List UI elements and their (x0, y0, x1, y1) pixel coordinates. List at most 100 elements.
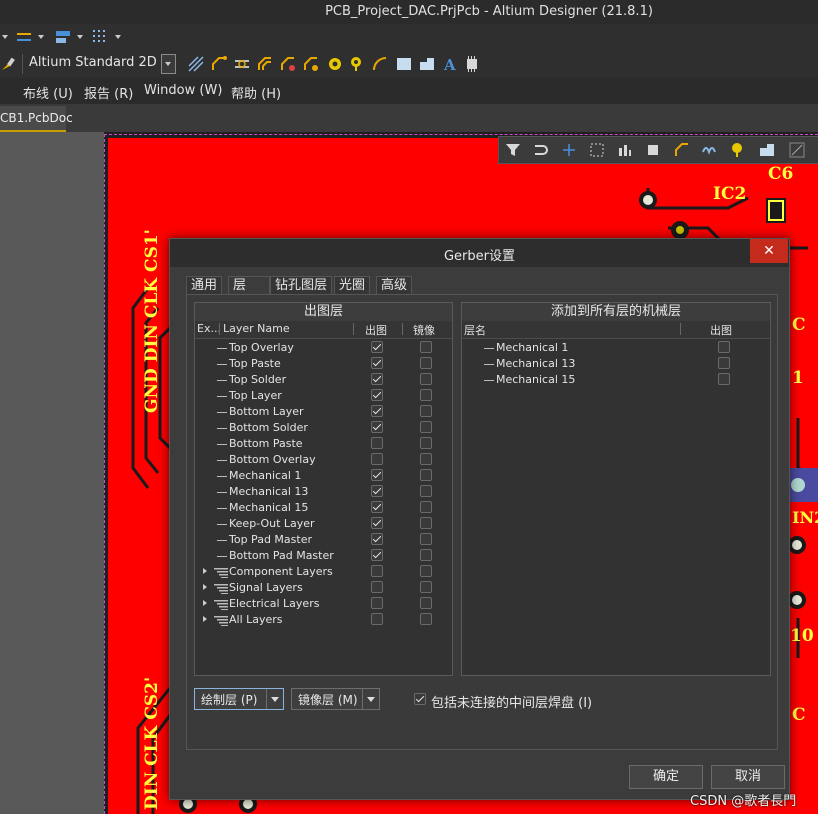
plot-layers-button[interactable]: 绘制层 (P) (194, 688, 284, 710)
plot-checkbox[interactable] (371, 597, 383, 609)
plot-checkbox[interactable] (371, 485, 383, 497)
via-icon[interactable] (327, 56, 343, 72)
layer-row[interactable]: Mechanical 1 (195, 468, 452, 484)
plot-checkbox[interactable] (371, 469, 383, 481)
align-icon[interactable] (55, 29, 71, 45)
column-layer-name[interactable]: 层名 (464, 322, 486, 338)
connect-icon[interactable] (533, 142, 549, 158)
plot-checkbox[interactable] (371, 421, 383, 433)
pad-icon[interactable] (730, 142, 746, 158)
component-icon[interactable] (464, 56, 480, 72)
tab-advanced[interactable]: 高级 (376, 276, 413, 295)
text-icon[interactable]: A (442, 56, 458, 72)
mirror-checkbox[interactable] (420, 437, 432, 449)
mirror-checkbox[interactable] (420, 597, 432, 609)
layer-row[interactable]: Mechanical 15 (195, 500, 452, 516)
menu-item-route[interactable]: 布线 (U) (23, 83, 73, 102)
column-mirror[interactable]: 镜像 (413, 322, 435, 338)
plot-checkbox[interactable] (371, 613, 383, 625)
interactive-route-icon[interactable] (303, 56, 319, 72)
tune-icon[interactable] (702, 142, 718, 158)
layer-row[interactable]: Bottom Overlay (195, 452, 452, 468)
route-icon[interactable] (16, 29, 32, 45)
hatch-icon[interactable] (188, 56, 204, 72)
plot-checkbox[interactable] (371, 405, 383, 417)
chevron-down-icon[interactable] (2, 35, 8, 39)
plot-checkbox[interactable] (371, 373, 383, 385)
tab-general[interactable]: 通用 (186, 276, 223, 295)
layer-row[interactable]: Top Layer (195, 388, 452, 404)
menu-item-help[interactable]: 帮助 (H) (231, 83, 281, 102)
ok-button[interactable]: 确定 (629, 765, 703, 789)
close-button[interactable]: ✕ (750, 239, 788, 263)
expand-icon[interactable] (203, 584, 207, 590)
plot-checkbox[interactable] (371, 357, 383, 369)
diff-pair-icon[interactable] (234, 56, 250, 72)
mirror-checkbox[interactable] (420, 565, 432, 577)
column-plot[interactable]: 出图 (710, 322, 732, 338)
layer-row[interactable]: Bottom Solder (195, 420, 452, 436)
mirror-checkbox[interactable] (420, 453, 432, 465)
plot-checkbox[interactable] (371, 565, 383, 577)
document-tab[interactable]: CB1.PcbDoc (0, 106, 73, 132)
route-track-icon[interactable] (674, 142, 690, 158)
chevron-down-icon[interactable] (115, 35, 121, 39)
line-icon[interactable] (789, 142, 805, 158)
layer-row[interactable]: Signal Layers (195, 580, 452, 596)
layer-row[interactable]: Component Layers (195, 564, 452, 580)
plot-checkbox[interactable] (371, 453, 383, 465)
mirror-checkbox[interactable] (420, 549, 432, 561)
layer-row[interactable]: Bottom Paste (195, 436, 452, 452)
mirror-checkbox[interactable] (420, 405, 432, 417)
layer-row[interactable]: Keep-Out Layer (195, 516, 452, 532)
layer-row[interactable]: Top Overlay (195, 340, 452, 356)
filter-icon[interactable] (505, 142, 521, 158)
layer-row[interactable]: Top Paste (195, 356, 452, 372)
arc-icon[interactable] (372, 56, 388, 72)
layer-row[interactable]: Top Solder (195, 372, 452, 388)
tab-layers[interactable]: 层 (228, 276, 270, 295)
dialog-title-bar[interactable]: Gerber设置 ✕ (170, 239, 789, 267)
plot-checkbox[interactable] (718, 357, 730, 369)
column-expand[interactable]: Ex... (197, 322, 221, 335)
multi-route-icon[interactable] (257, 56, 273, 72)
chevron-down-icon[interactable] (77, 35, 83, 39)
mirror-checkbox[interactable] (420, 613, 432, 625)
mirror-checkbox[interactable] (420, 341, 432, 353)
mirror-checkbox[interactable] (420, 581, 432, 593)
expand-icon[interactable] (203, 568, 207, 574)
column-plot[interactable]: 出图 (365, 322, 387, 338)
mirror-checkbox[interactable] (420, 357, 432, 369)
auto-route-icon[interactable] (280, 56, 296, 72)
mirror-checkbox[interactable] (420, 373, 432, 385)
layer-row[interactable]: Bottom Layer (195, 404, 452, 420)
mirror-layers-button[interactable]: 镜像层 (M) (291, 688, 380, 710)
view-mode-dropdown[interactable] (161, 54, 176, 74)
chevron-down-icon[interactable] (266, 689, 283, 709)
fill-icon[interactable] (396, 56, 412, 72)
component-icon[interactable] (645, 142, 661, 158)
select-icon[interactable] (589, 142, 605, 158)
mechanical-layer-row[interactable]: Mechanical 15 (462, 372, 770, 388)
plot-checkbox[interactable] (371, 389, 383, 401)
include-unconnected-checkbox[interactable] (414, 693, 426, 705)
mirror-checkbox[interactable] (420, 485, 432, 497)
mirror-checkbox[interactable] (420, 501, 432, 513)
mirror-checkbox[interactable] (420, 517, 432, 529)
plot-checkbox[interactable] (371, 437, 383, 449)
chart-icon[interactable] (617, 142, 633, 158)
expand-icon[interactable] (203, 600, 207, 606)
mechanical-layer-row[interactable]: Mechanical 13 (462, 356, 770, 372)
pad-icon[interactable] (349, 56, 365, 72)
mechanical-layer-row[interactable]: Mechanical 1 (462, 340, 770, 356)
layer-row[interactable]: All Layers (195, 612, 452, 628)
mirror-checkbox[interactable] (420, 533, 432, 545)
layer-row[interactable]: Top Pad Master (195, 532, 452, 548)
polygon-icon[interactable] (419, 56, 435, 72)
chevron-down-icon[interactable] (38, 35, 44, 39)
column-layer-name[interactable]: Layer Name (223, 322, 290, 335)
brush-icon[interactable] (0, 56, 16, 72)
plot-checkbox[interactable] (371, 341, 383, 353)
cancel-button[interactable]: 取消 (711, 765, 785, 789)
plot-checkbox[interactable] (371, 549, 383, 561)
